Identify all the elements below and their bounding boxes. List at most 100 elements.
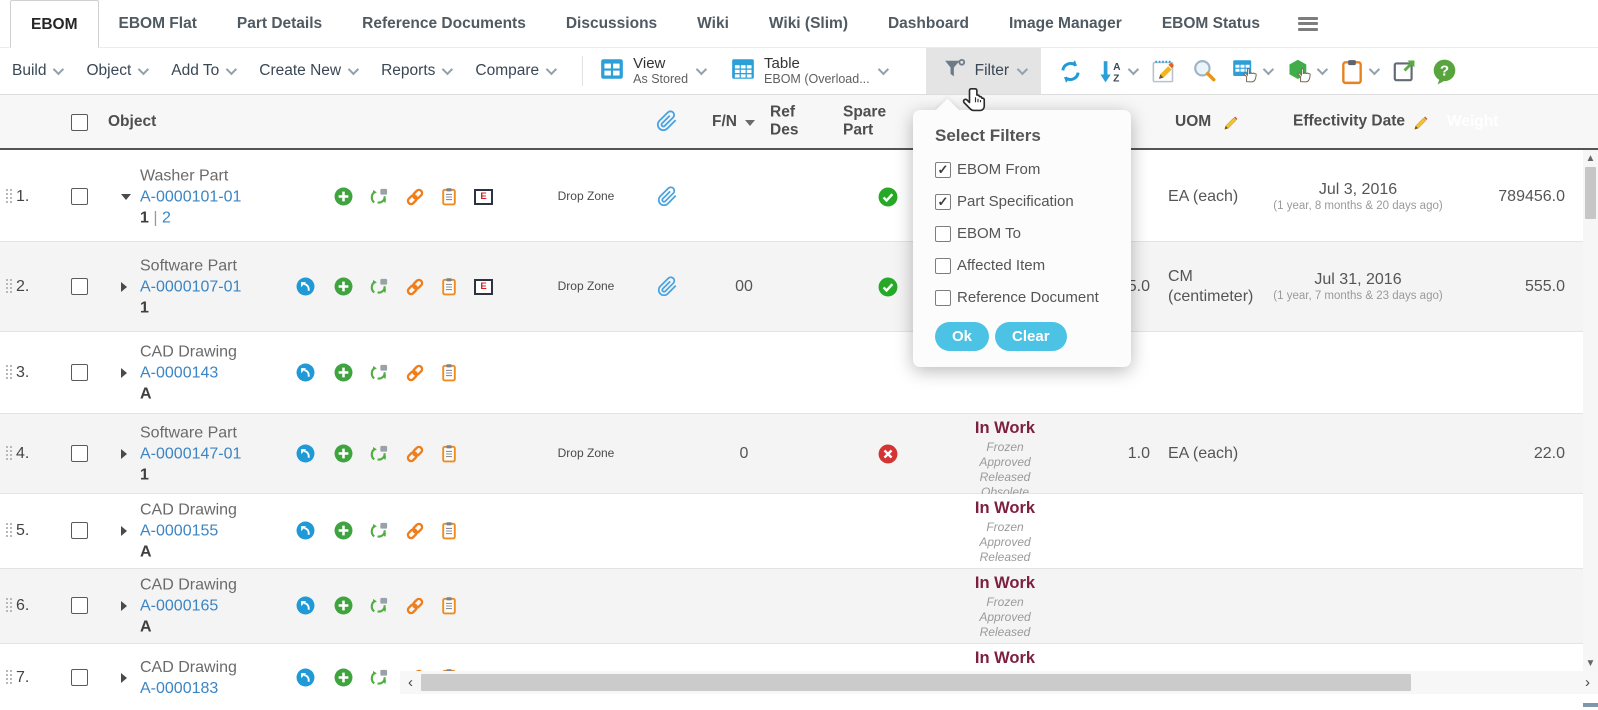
go-to-icon[interactable] [296, 521, 315, 540]
row-checkbox[interactable] [71, 669, 88, 686]
add-item-icon[interactable] [334, 444, 353, 463]
add-item-icon[interactable] [334, 277, 353, 296]
row-checkbox[interactable] [71, 278, 88, 295]
filter-option[interactable]: Reference Document [935, 289, 1119, 306]
filter-option[interactable]: Affected Item [935, 257, 1119, 274]
replace-icon[interactable] [370, 187, 389, 206]
edit-column-pencil-icon[interactable] [1412, 115, 1429, 137]
notes-icon[interactable] [440, 187, 459, 206]
attachment-icon[interactable] [657, 186, 678, 212]
unchecked-checkbox[interactable] [935, 290, 951, 306]
tabs-overflow-menu-icon[interactable] [1298, 17, 1318, 31]
replace-icon[interactable] [370, 596, 389, 615]
edit-column-pencil-icon[interactable] [1222, 115, 1239, 137]
edit-button[interactable] [1150, 58, 1177, 85]
add-item-icon[interactable] [334, 187, 353, 206]
object-name-link[interactable]: A-0000183 [140, 678, 237, 699]
object-name-link[interactable]: A-0000165 [140, 595, 237, 616]
connect-icon[interactable] [405, 363, 424, 382]
column-header-ref-des[interactable]: Ref Des [770, 103, 816, 140]
row-checkbox[interactable] [71, 364, 88, 381]
clipboard-button[interactable] [1339, 58, 1377, 85]
object-name-link[interactable]: A-0000107-01 [140, 276, 241, 297]
tab-dashboard[interactable]: Dashboard [868, 0, 989, 47]
go-to-icon[interactable] [296, 596, 315, 615]
tab-ebom-status[interactable]: EBOM Status [1142, 0, 1280, 47]
filter-option[interactable]: ✓EBOM From [935, 161, 1119, 178]
connect-icon[interactable] [405, 277, 424, 296]
clear-button[interactable]: Clear [995, 322, 1067, 351]
filter-option[interactable]: EBOM To [935, 225, 1119, 242]
row-checkbox[interactable] [71, 522, 88, 539]
connect-icon[interactable] [405, 187, 424, 206]
attachment-column-icon[interactable] [656, 110, 678, 137]
add-item-icon[interactable] [334, 668, 353, 687]
search-button[interactable] [1191, 58, 1217, 84]
notes-icon[interactable] [440, 277, 459, 296]
object-name-link[interactable]: A-0000147-01 [140, 443, 241, 464]
object-name-link[interactable]: A-0000155 [140, 520, 237, 541]
horizontal-scrollbar[interactable]: ‹ › [400, 671, 1598, 694]
menu-build[interactable]: Build [12, 62, 61, 80]
open-window-button[interactable] [1391, 58, 1417, 84]
column-header-fn[interactable]: F/N [712, 113, 755, 131]
expand-icon[interactable] [121, 368, 127, 378]
menu-reports[interactable]: Reports [381, 62, 450, 80]
connect-icon[interactable] [405, 521, 424, 540]
collapse-icon[interactable] [121, 194, 131, 200]
table-selector[interactable]: Table EBOM (Overload... [730, 55, 886, 87]
tab-image-manager[interactable]: Image Manager [989, 0, 1142, 47]
ebom-type-icon[interactable]: E [474, 279, 493, 295]
notes-icon[interactable] [440, 596, 459, 615]
drag-handle-icon[interactable] [6, 670, 8, 672]
notes-icon[interactable] [440, 521, 459, 540]
expand-icon[interactable] [121, 449, 127, 459]
menu-object[interactable]: Object [86, 62, 146, 80]
row-checkbox[interactable] [71, 188, 88, 205]
select-columns-button[interactable] [1231, 58, 1271, 85]
tab-reference-documents[interactable]: Reference Documents [342, 0, 546, 47]
scroll-up-icon[interactable]: ▲ [1586, 150, 1596, 167]
attachment-icon[interactable] [657, 276, 678, 302]
drop-zone[interactable]: Drop Zone [548, 446, 624, 460]
expand-icon[interactable] [121, 673, 127, 683]
scroll-left-icon[interactable]: ‹ [400, 674, 421, 691]
ebom-type-icon[interactable]: E [474, 189, 493, 205]
expand-icon[interactable] [121, 526, 127, 536]
go-to-icon[interactable] [296, 363, 315, 382]
drag-handle-icon[interactable] [6, 365, 8, 367]
checked-checkbox[interactable]: ✓ [935, 194, 951, 210]
column-header-object[interactable]: Object [108, 113, 156, 131]
replace-icon[interactable] [370, 444, 389, 463]
connect-icon[interactable] [405, 596, 424, 615]
tab-ebom-flat[interactable]: EBOM Flat [99, 0, 217, 47]
go-to-icon[interactable] [296, 444, 315, 463]
go-to-icon[interactable] [296, 668, 315, 687]
go-to-icon[interactable] [296, 277, 315, 296]
replace-icon[interactable] [370, 277, 389, 296]
filter-option[interactable]: ✓Part Specification [935, 193, 1119, 210]
connect-icon[interactable] [405, 444, 424, 463]
checked-checkbox[interactable]: ✓ [935, 162, 951, 178]
unchecked-checkbox[interactable] [935, 226, 951, 242]
menu-compare[interactable]: Compare [475, 62, 554, 80]
scroll-down-icon[interactable]: ▼ [1586, 655, 1596, 672]
view-selector[interactable]: View As Stored [599, 55, 704, 87]
expand-icon[interactable] [121, 601, 127, 611]
scroll-right-icon[interactable]: › [1577, 674, 1598, 691]
column-header-effectivity-date[interactable]: Effectivity Date [1293, 112, 1405, 131]
drag-handle-icon[interactable] [6, 446, 8, 448]
help-button[interactable]: ? [1431, 58, 1458, 85]
filter-button[interactable]: Filter [926, 48, 1041, 94]
revision-link[interactable]: 2 [162, 209, 171, 226]
add-item-icon[interactable] [334, 596, 353, 615]
drag-handle-icon[interactable] [6, 279, 8, 281]
row-checkbox[interactable] [71, 445, 88, 462]
unchecked-checkbox[interactable] [935, 258, 951, 274]
menu-add-to[interactable]: Add To [171, 62, 234, 80]
tab-wiki[interactable]: Wiki [677, 0, 749, 47]
drag-handle-icon[interactable] [6, 598, 8, 600]
drop-zone[interactable]: Drop Zone [548, 279, 624, 293]
menu-create-new[interactable]: Create New [259, 62, 356, 80]
expand-icon[interactable] [121, 282, 127, 292]
